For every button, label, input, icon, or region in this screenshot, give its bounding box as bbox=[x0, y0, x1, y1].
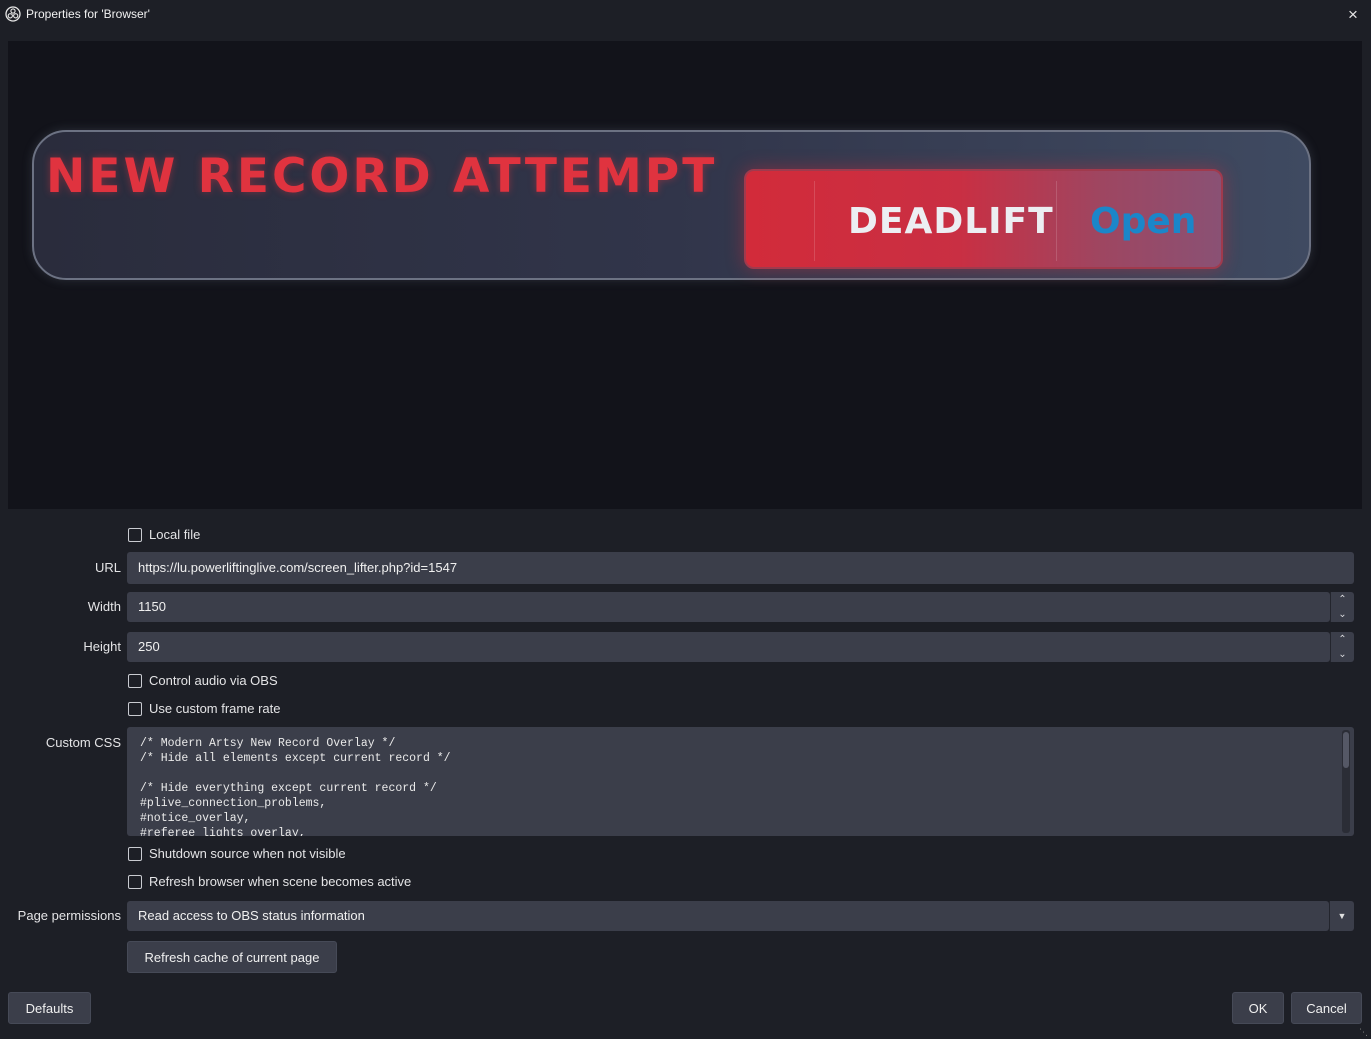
height-label: Height bbox=[83, 639, 121, 654]
banner-title: NEW RECORD ATTEMPT bbox=[46, 149, 718, 204]
local-file-checkbox[interactable] bbox=[128, 528, 142, 542]
control-audio-checkbox[interactable] bbox=[128, 674, 142, 688]
close-icon[interactable]: × bbox=[1341, 3, 1365, 27]
resize-grip-icon[interactable]: ⋱ bbox=[1359, 1027, 1369, 1037]
width-spinner[interactable]: ⌃ ⌄ bbox=[1330, 592, 1354, 622]
url-input[interactable]: https://lu.powerliftinglive.com/screen_l… bbox=[127, 552, 1354, 584]
page-permissions-label: Page permissions bbox=[17, 908, 121, 923]
custom-css-textarea[interactable]: /* Modern Artsy New Record Overlay */ /*… bbox=[127, 727, 1354, 836]
chevron-up-icon[interactable]: ⌃ bbox=[1331, 592, 1354, 607]
refresh-cache-button[interactable]: Refresh cache of current page bbox=[127, 941, 337, 973]
record-banner: NEW RECORD ATTEMPT DEADLIFT Open bbox=[32, 130, 1311, 280]
height-spinner[interactable]: ⌃ ⌄ bbox=[1330, 632, 1354, 662]
chevron-down-icon[interactable]: ⌄ bbox=[1331, 607, 1354, 622]
custom-frame-rate-label: Use custom frame rate bbox=[149, 701, 281, 716]
shutdown-source-checkbox[interactable] bbox=[128, 847, 142, 861]
lift-divider bbox=[814, 181, 815, 261]
lift-status: Open bbox=[1090, 201, 1197, 242]
chevron-down-icon[interactable]: ▼ bbox=[1329, 901, 1354, 931]
local-file-label: Local file bbox=[149, 527, 201, 542]
css-scrollbar[interactable] bbox=[1342, 730, 1350, 833]
refresh-browser-checkbox[interactable] bbox=[128, 875, 142, 889]
page-permissions-select[interactable]: Read access to OBS status information bbox=[127, 901, 1329, 931]
refresh-browser-label: Refresh browser when scene becomes activ… bbox=[149, 874, 412, 889]
window-title: Properties for 'Browser' bbox=[26, 7, 150, 21]
chevron-up-icon[interactable]: ⌃ bbox=[1331, 632, 1354, 647]
lift-name: DEADLIFT bbox=[848, 201, 1054, 242]
width-input[interactable]: 1150 bbox=[127, 592, 1330, 622]
defaults-button[interactable]: Defaults bbox=[8, 992, 91, 1024]
url-label: URL bbox=[94, 560, 121, 575]
cancel-button[interactable]: Cancel bbox=[1291, 992, 1362, 1024]
lift-divider bbox=[1056, 181, 1057, 261]
shutdown-source-label: Shutdown source when not visible bbox=[149, 846, 346, 861]
css-scrollbar-thumb[interactable] bbox=[1343, 732, 1349, 768]
lift-box: DEADLIFT Open bbox=[744, 169, 1223, 269]
chevron-down-icon[interactable]: ⌄ bbox=[1331, 647, 1354, 662]
custom-css-label: Custom CSS bbox=[45, 735, 121, 750]
custom-frame-rate-checkbox[interactable] bbox=[128, 702, 142, 716]
title-bar: Properties for 'Browser' × bbox=[0, 0, 1371, 30]
height-input[interactable]: 250 bbox=[127, 632, 1330, 662]
control-audio-label: Control audio via OBS bbox=[149, 673, 278, 688]
ok-button[interactable]: OK bbox=[1232, 992, 1284, 1024]
obs-logo-icon bbox=[5, 6, 21, 22]
browser-preview: NEW RECORD ATTEMPT DEADLIFT Open bbox=[8, 41, 1362, 509]
width-label: Width bbox=[87, 599, 121, 614]
custom-css-code[interactable]: /* Modern Artsy New Record Overlay */ /*… bbox=[140, 736, 451, 836]
